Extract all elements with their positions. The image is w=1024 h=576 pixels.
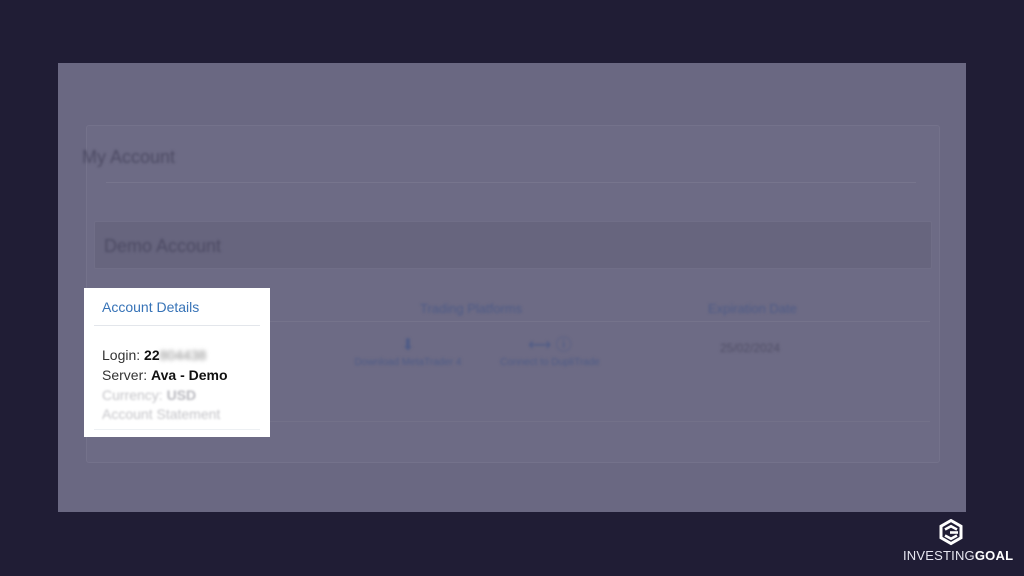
connect-duplitrade-link[interactable]: ⟷ ⓘ Connect to DupliTrade — [488, 337, 612, 368]
currency-value: USD — [166, 387, 197, 403]
account-statement-link[interactable]: Account Statement — [102, 406, 220, 422]
column-header-expiration-date: Expiration Date — [708, 301, 797, 316]
column-header-trading-platforms: Trading Platforms — [420, 301, 523, 316]
download-icon: ⬇ — [401, 337, 415, 354]
server-value: Ava - Demo — [151, 367, 228, 383]
login-row: Login: 22804438 — [102, 347, 206, 363]
brand-suffix: GOAL — [974, 548, 1014, 563]
investinggoal-brand: INVESTINGGOAL — [903, 519, 1013, 567]
login-value-hidden: 804438 — [159, 347, 207, 363]
investinggoal-logo-icon — [939, 519, 963, 546]
account-details-divider — [94, 325, 260, 326]
download-metatrader-label: Download MetaTrader 4 — [354, 357, 462, 368]
account-details-heading: Account Details — [102, 299, 200, 315]
section-title: Demo Account — [104, 236, 222, 256]
page-title: My Account — [82, 147, 176, 167]
expiration-date-value: 25/02/2024 — [720, 341, 781, 355]
download-metatrader-link[interactable]: ⬇ Download MetaTrader 4 — [346, 337, 470, 368]
title-divider — [106, 182, 916, 183]
currency-label: Currency: — [102, 387, 163, 403]
currency-row: Currency: USD — [102, 387, 196, 403]
brand-text: INVESTINGGOAL — [903, 548, 1013, 563]
server-label: Server: — [102, 367, 148, 383]
login-label: Login: — [102, 347, 141, 363]
server-row: Server: Ava - Demo — [102, 367, 228, 383]
brand-prefix: INVESTING — [903, 548, 975, 563]
connect-duplitrade-label: Connect to DupliTrade — [500, 357, 600, 368]
connect-icon: ⟷ ⓘ — [528, 337, 572, 354]
account-details-highlight: Account Details Login: 22804438 Server: … — [84, 288, 270, 437]
login-value: 22 — [144, 347, 160, 363]
details-bottom-divider — [94, 429, 260, 430]
